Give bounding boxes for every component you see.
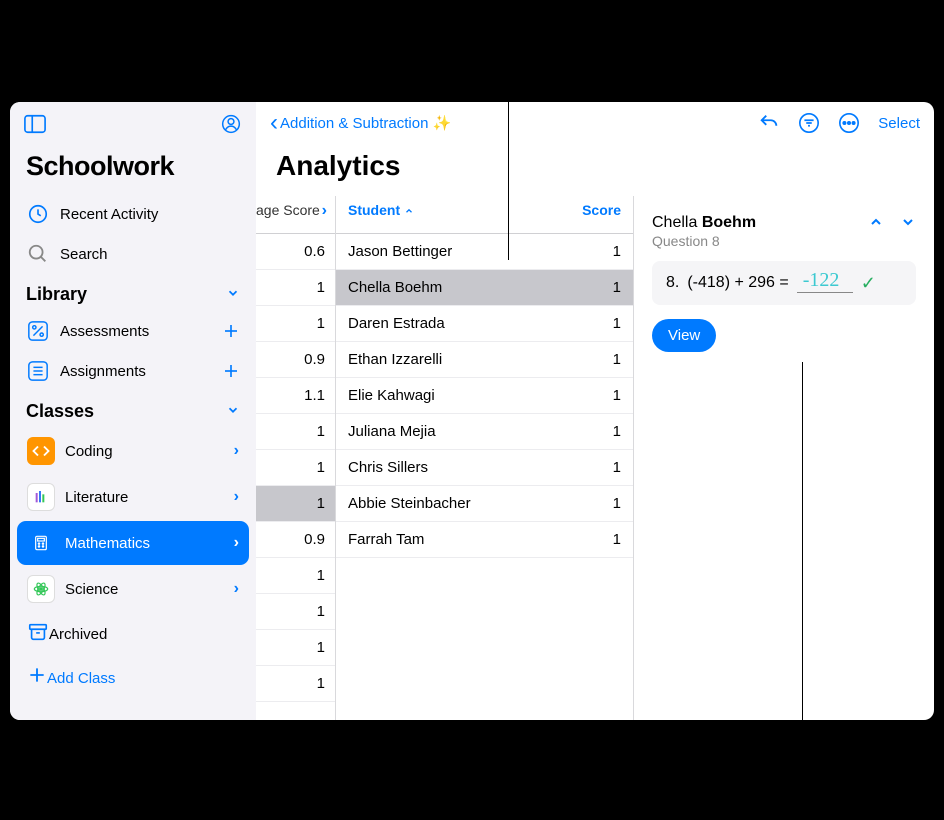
search-icon <box>26 242 50 266</box>
literature-icon <box>27 483 55 511</box>
student-name: Chris Sillers <box>348 459 428 476</box>
more-button[interactable] <box>834 108 864 138</box>
chevron-left-icon: ‹ <box>270 109 278 137</box>
student-sort-header[interactable]: Student <box>348 202 414 218</box>
chevron-right-icon: › <box>234 488 239 506</box>
student-name: Chella Boehm <box>348 279 442 296</box>
chevron-right-icon: › <box>234 534 239 552</box>
sidebar-item-science[interactable]: Science › <box>17 567 249 611</box>
student-row[interactable]: Chella Boehm 1 <box>336 270 633 306</box>
sidebar-item-archived[interactable]: Archived <box>17 613 249 655</box>
question-box: 8. (-418) + 296 = -122 ✓ <box>652 261 916 305</box>
add-assignment-icon[interactable] <box>222 361 240 381</box>
classes-header[interactable]: Classes <box>10 391 256 428</box>
student-score: 1 <box>613 531 621 548</box>
student-row[interactable]: Abbie Steinbacher 1 <box>336 486 633 522</box>
detail-student-name: Chella Boehm <box>652 214 756 232</box>
sidebar-item-coding[interactable]: Coding › <box>17 429 249 473</box>
avg-score-header: age Score <box>256 202 320 218</box>
avg-score-row[interactable]: 0.9 <box>256 522 335 558</box>
undo-button[interactable] <box>754 108 784 138</box>
detail-question-label: Question 8 <box>652 233 756 249</box>
student-score: 1 <box>613 351 621 368</box>
detail-panel: Chella Boehm Question 8 8. (-418) + <box>634 196 934 720</box>
sidebar-title: Schoolwork <box>10 147 256 194</box>
avg-score-row[interactable]: 1 <box>256 594 335 630</box>
avg-score-row[interactable]: 1 <box>256 450 335 486</box>
annotation-line <box>508 0 509 260</box>
student-name: Elie Kahwagi <box>348 387 435 404</box>
back-button[interactable]: ‹ Addition & Subtraction ✨ <box>270 109 451 137</box>
avg-score-row[interactable]: 1 <box>256 630 335 666</box>
sidebar-item-search[interactable]: Search <box>10 234 256 274</box>
student-score: 1 <box>613 459 621 476</box>
student-score: 1 <box>613 315 621 332</box>
add-class-button[interactable]: Add Class <box>17 657 249 699</box>
coding-icon <box>27 437 55 465</box>
student-column: Student Score Jason Bettinger1Chella Boe… <box>336 196 634 720</box>
student-row[interactable]: Daren Estrada 1 <box>336 306 633 342</box>
student-score: 1 <box>613 279 621 296</box>
sidebar: Schoolwork Recent Activity Search Librar… <box>10 102 256 720</box>
chevron-right-icon: › <box>234 442 239 460</box>
student-row[interactable]: Ethan Izzarelli 1 <box>336 342 633 378</box>
library-header[interactable]: Library <box>10 274 256 311</box>
archive-icon <box>27 621 49 647</box>
mathematics-icon <box>27 529 55 557</box>
avg-score-row[interactable]: 1 <box>256 486 335 522</box>
filter-button[interactable] <box>794 108 824 138</box>
next-question-button[interactable] <box>900 214 916 235</box>
score-header[interactable]: Score <box>582 202 621 218</box>
student-row[interactable]: Jason Bettinger 1 <box>336 234 633 270</box>
student-name: Jason Bettinger <box>348 243 452 260</box>
view-button[interactable]: View <box>652 319 716 352</box>
annotation-line <box>802 362 803 820</box>
avg-score-row[interactable]: 1 <box>256 306 335 342</box>
student-score: 1 <box>613 243 621 260</box>
plus-icon <box>27 665 47 691</box>
chevron-down-icon <box>226 286 240 303</box>
student-row[interactable]: Farrah Tam 1 <box>336 522 633 558</box>
student-row[interactable]: Elie Kahwagi 1 <box>336 378 633 414</box>
avg-score-row[interactable]: 1.1 <box>256 378 335 414</box>
clock-icon <box>26 202 50 226</box>
student-name: Ethan Izzarelli <box>348 351 442 368</box>
avg-score-row[interactable]: 0.6 <box>256 234 335 270</box>
sidebar-item-assignments[interactable]: Assignments <box>10 351 256 391</box>
student-score: 1 <box>613 387 621 404</box>
select-button[interactable]: Select <box>878 115 920 132</box>
main-area: ‹ Addition & Subtraction ✨ Select Analyt… <box>256 102 934 720</box>
student-row[interactable]: Chris Sillers 1 <box>336 450 633 486</box>
student-name: Farrah Tam <box>348 531 424 548</box>
avg-score-row[interactable]: 1 <box>256 270 335 306</box>
student-row[interactable]: Juliana Mejia 1 <box>336 414 633 450</box>
student-score: 1 <box>613 423 621 440</box>
avg-score-column: age Score › 0.6110.91.11110.91111 <box>256 196 336 720</box>
sidebar-item-mathematics[interactable]: Mathematics › <box>17 521 249 565</box>
student-name: Daren Estrada <box>348 315 445 332</box>
avg-score-row[interactable]: 0.9 <box>256 342 335 378</box>
student-answer: -122 <box>797 269 853 293</box>
correct-check-icon: ✓ <box>861 273 876 294</box>
avg-score-row[interactable]: 1 <box>256 558 335 594</box>
list-icon <box>26 359 50 383</box>
add-assessment-icon[interactable] <box>222 321 240 341</box>
chevron-right-icon: › <box>234 580 239 598</box>
student-name: Abbie Steinbacher <box>348 495 471 512</box>
student-name: Juliana Mejia <box>348 423 436 440</box>
percent-icon <box>26 319 50 343</box>
chevron-right-icon[interactable]: › <box>322 202 327 220</box>
sidebar-item-recent[interactable]: Recent Activity <box>10 194 256 234</box>
sidebar-toggle-icon[interactable] <box>24 114 46 139</box>
account-icon[interactable] <box>220 114 242 139</box>
chevron-down-icon <box>226 403 240 420</box>
sidebar-item-literature[interactable]: Literature › <box>17 475 249 519</box>
student-score: 1 <box>613 495 621 512</box>
avg-score-row[interactable]: 1 <box>256 666 335 702</box>
science-icon <box>27 575 55 603</box>
prev-question-button[interactable] <box>868 214 884 235</box>
avg-score-row[interactable]: 1 <box>256 414 335 450</box>
sidebar-item-assessments[interactable]: Assessments <box>10 311 256 351</box>
